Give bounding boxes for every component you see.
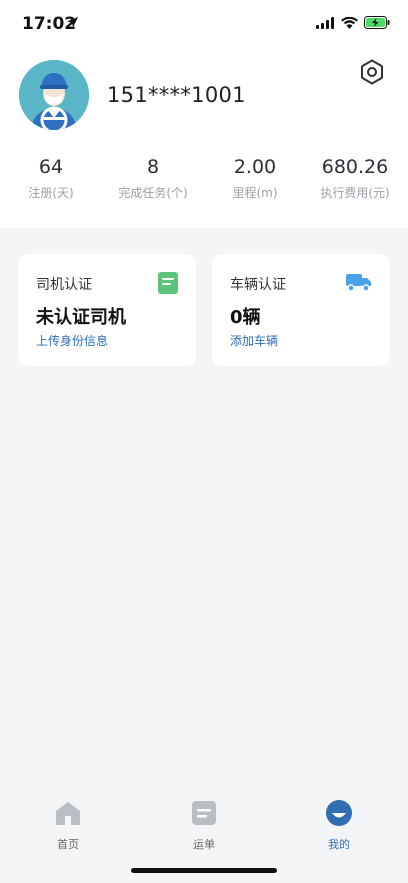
battery-charging-icon: [364, 16, 390, 29]
stat-mileage: 2.00 里程(m): [205, 156, 305, 201]
stat-label: 完成任务(个): [118, 186, 188, 200]
tab-home[interactable]: 首页: [28, 800, 108, 852]
phone-number: 151****1001: [107, 83, 246, 107]
settings-icon[interactable]: [359, 59, 385, 85]
stat-register-days: 64 注册(天): [1, 156, 101, 201]
truck-icon: [346, 274, 371, 292]
add-vehicle-link[interactable]: 添加车辆: [230, 332, 278, 349]
card-title: 车辆认证: [230, 277, 286, 293]
document-icon: [158, 272, 178, 294]
driver-status: 未认证司机: [36, 307, 126, 328]
stat-label: 执行费用(元): [320, 186, 390, 200]
tab-mine[interactable]: 我的: [299, 800, 379, 852]
waybill-icon: [192, 801, 216, 825]
avatar[interactable]: [19, 60, 89, 130]
stat-value: 680.26: [321, 156, 389, 178]
status-bar: 17:02: [0, 0, 408, 48]
tab-label: 运单: [193, 838, 215, 851]
home-icon: [56, 802, 80, 825]
location-arrow-icon: [67, 17, 78, 28]
vehicle-certification-card[interactable]: 车辆认证 0辆 添加车辆: [212, 254, 390, 366]
upload-id-link[interactable]: 上传身份信息: [36, 332, 108, 349]
tab-label: 首页: [57, 838, 79, 851]
stat-label: 里程(m): [232, 186, 278, 200]
stat-value: 2.00: [233, 156, 277, 178]
vehicle-count: 0辆: [230, 307, 261, 328]
driver-avatar-icon: [19, 60, 89, 130]
tab-label: 我的: [328, 838, 350, 851]
signal-icon: [316, 16, 334, 29]
tab-waybill[interactable]: 运单: [164, 800, 244, 852]
wifi-icon: [341, 16, 358, 29]
status-icons: [316, 16, 390, 29]
card-title: 司机认证: [36, 277, 92, 293]
stat-completed-tasks: 8 完成任务(个): [103, 156, 203, 201]
driver-certification-card[interactable]: 司机认证 未认证司机 上传身份信息: [18, 254, 196, 366]
profile-icon: [326, 800, 352, 826]
stat-label: 注册(天): [28, 186, 74, 200]
stat-execution-fee: 680.26 执行费用(元): [305, 156, 405, 201]
profile-header: 151****1001 64 注册(天) 8 完成任务(个) 2.00 里程(m…: [0, 48, 408, 228]
stat-value: 8: [146, 156, 160, 178]
home-indicator: [131, 868, 277, 873]
screen: 17:02 151****1001 64 注册(天) 8 完成任务(个) 2.0…: [0, 0, 408, 883]
stat-value: 64: [38, 156, 64, 178]
